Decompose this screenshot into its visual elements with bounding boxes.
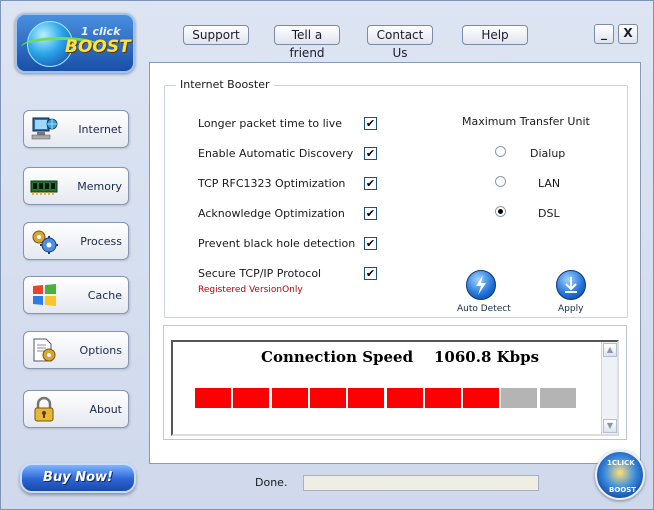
speed-level-segment xyxy=(309,388,346,408)
mtu-title: Maximum Transfer Unit xyxy=(462,115,590,128)
connection-speed-display: Connection Speed 1060.8 Kbps ▲ ▼ xyxy=(171,340,619,436)
mtu-radio-dsl[interactable] xyxy=(495,206,506,217)
option-label: TCP RFC1323 Optimization xyxy=(198,177,346,190)
network-computer-icon xyxy=(31,117,58,140)
auto-detect-button[interactable] xyxy=(466,270,496,300)
sidebar-item-options[interactable]: Options xyxy=(23,331,129,369)
sidebar-item-label: Options xyxy=(79,344,122,357)
tell-a-friend-button[interactable]: Tell a friend xyxy=(274,25,340,60)
speed-level-segment xyxy=(501,388,538,408)
speed-level-segment xyxy=(463,388,500,408)
auto-detect-label: Auto Detect xyxy=(457,304,511,314)
option-label: Longer packet time to live xyxy=(198,117,343,130)
lightning-icon xyxy=(476,275,486,295)
connection-speed-label: Connection Speed xyxy=(261,348,414,366)
sidebar-item-label: Process xyxy=(80,235,122,248)
memory-chip-icon xyxy=(30,180,58,195)
mtu-radio-dialup[interactable] xyxy=(495,146,506,157)
buy-now-button[interactable]: Buy Now! xyxy=(20,463,136,493)
option-checkbox-packet-ttl[interactable]: ✔ xyxy=(364,117,377,130)
apply-label: Apply xyxy=(558,304,584,314)
sidebar-item-process[interactable]: Process xyxy=(23,222,129,260)
option-label: Enable Automatic Discovery xyxy=(198,147,354,160)
option-checkbox-rfc1323[interactable]: ✔ xyxy=(364,177,377,190)
connection-speed-readout: Connection Speed 1060.8 Kbps xyxy=(261,348,539,366)
group-title: Internet Booster xyxy=(176,78,274,91)
speed-level-segment xyxy=(271,388,308,408)
close-button[interactable]: X xyxy=(618,24,638,44)
speed-level-segment xyxy=(233,388,270,408)
scrollbar[interactable]: ▲ ▼ xyxy=(601,342,617,434)
option-checkbox-auto-discovery[interactable]: ✔ xyxy=(364,147,377,160)
sidebar-item-label: Internet xyxy=(78,123,122,136)
mtu-label-lan: LAN xyxy=(538,177,561,190)
contact-us-button[interactable]: Contact Us xyxy=(367,25,433,60)
minimize-button[interactable]: _ xyxy=(594,24,614,44)
logo-text-line2: BOOST xyxy=(65,37,131,57)
option-checkbox-black-hole[interactable]: ✔ xyxy=(364,237,377,250)
help-button[interactable]: Help xyxy=(462,25,528,45)
speed-level-segment xyxy=(539,388,576,408)
connection-speed-frame: Connection Speed 1060.8 Kbps ▲ ▼ xyxy=(163,325,627,440)
mtu-radio-lan[interactable] xyxy=(495,176,506,187)
speed-level-segment xyxy=(195,388,231,408)
status-progress-bar xyxy=(303,475,539,491)
option-checkbox-secure-tcpip[interactable]: ✔ xyxy=(364,267,377,280)
status-text: Done. xyxy=(255,476,288,489)
oneclick-boost-badge: 1CLICK BOOST xyxy=(595,450,645,500)
badge-icon-top: 1CLICK xyxy=(607,459,635,467)
app-logo: 1 click BOOST xyxy=(15,13,135,73)
speed-level-segment xyxy=(348,388,385,408)
sidebar-item-label: Cache xyxy=(87,289,122,302)
sidebar-item-label: About xyxy=(89,403,122,416)
apply-download-icon xyxy=(565,277,577,293)
scroll-down-arrow-icon[interactable]: ▼ xyxy=(603,419,617,433)
document-gear-icon xyxy=(33,338,56,362)
mtu-label-dialup: Dialup xyxy=(530,147,566,160)
registered-version-note: Registered VersionOnly xyxy=(198,285,303,295)
badge-icon-bottom: BOOST xyxy=(609,486,637,494)
option-checkbox-ack-optimization[interactable]: ✔ xyxy=(364,207,377,220)
speed-level-segment xyxy=(424,388,461,408)
padlock-icon xyxy=(34,396,54,422)
sidebar-item-internet[interactable]: Internet xyxy=(23,110,129,148)
mtu-label-dsl: DSL xyxy=(538,207,560,220)
scroll-up-arrow-icon[interactable]: ▲ xyxy=(603,343,617,357)
connection-speed-value: 1060.8 Kbps xyxy=(433,348,540,366)
gears-icon xyxy=(32,230,58,254)
option-label: Secure TCP/IP Protocol xyxy=(198,267,322,280)
sidebar-item-memory[interactable]: Memory xyxy=(23,167,129,205)
app-window: 1 click BOOST Support Tell a friend Cont… xyxy=(0,0,654,510)
main-panel: Internet Booster Longer packet time to l… xyxy=(149,62,641,464)
speed-level-segment xyxy=(386,388,423,408)
sidebar-item-about[interactable]: About xyxy=(23,390,129,428)
option-label: Acknowledge Optimization xyxy=(198,207,345,220)
windows-logo-icon xyxy=(33,284,56,306)
apply-button[interactable] xyxy=(556,270,586,300)
sidebar-item-label: Memory xyxy=(77,180,122,193)
support-button[interactable]: Support xyxy=(183,25,249,45)
option-label: Prevent black hole detection xyxy=(198,237,356,250)
sidebar-item-cache[interactable]: Cache xyxy=(23,276,129,314)
